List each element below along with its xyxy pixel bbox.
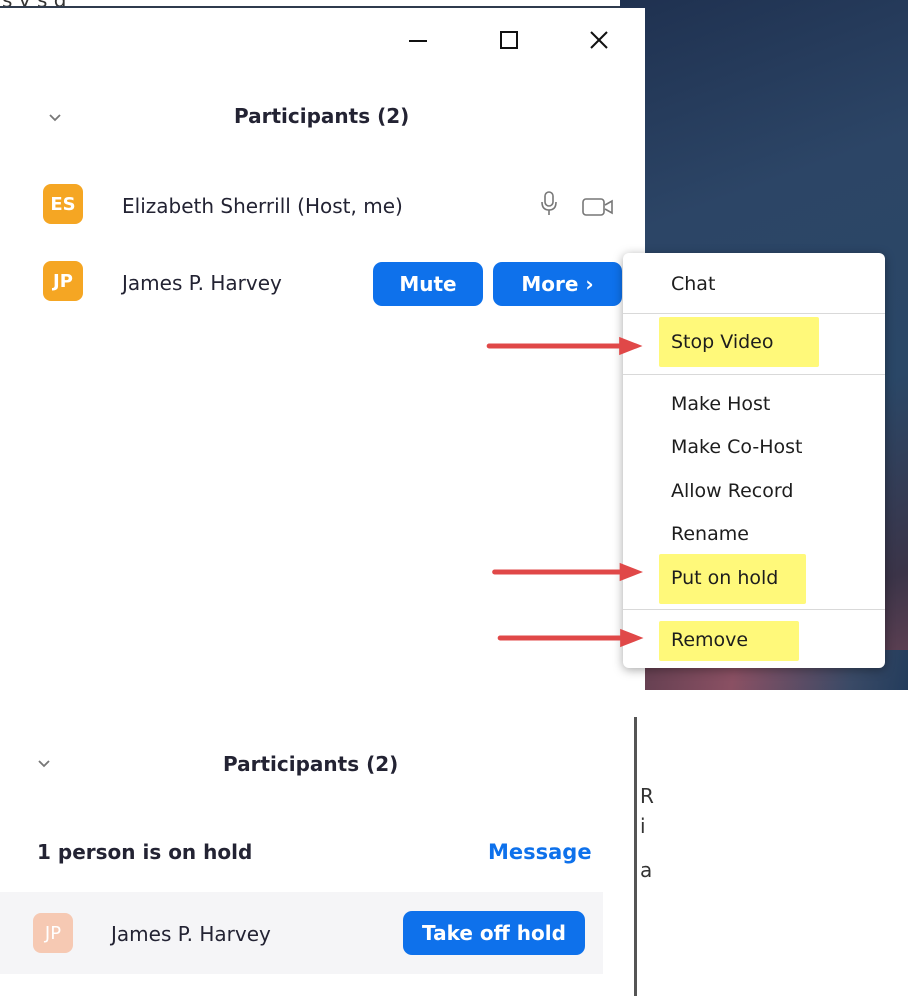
menu-item-label: Rename (671, 523, 749, 545)
participant-context-menu: Chat Stop Video Make Host Make Co-Host A… (623, 253, 885, 668)
menu-item-make-co-host[interactable]: Make Co-Host (623, 428, 885, 468)
menu-item-label: Make Host (671, 393, 771, 415)
panel-divider (634, 717, 637, 996)
background-text-fragment: a (640, 858, 653, 882)
menu-item-make-host[interactable]: Make Host (623, 385, 885, 425)
menu-item-rename[interactable]: Rename (623, 515, 885, 555)
menu-item-label: Remove (671, 629, 749, 651)
menu-item-stop-video[interactable]: Stop Video (623, 317, 885, 367)
menu-item-remove[interactable]: Remove (623, 621, 885, 661)
close-button[interactable] (579, 22, 619, 58)
microphone-icon[interactable] (540, 191, 558, 217)
participant-name: Elizabeth Sherrill (Host, me) (122, 194, 403, 218)
menu-item-allow-record[interactable]: Allow Record (623, 472, 885, 512)
annotation-arrow (492, 562, 643, 582)
take-off-hold-button[interactable]: Take off hold (403, 911, 585, 955)
menu-item-put-on-hold[interactable]: Put on hold (623, 554, 885, 604)
menu-item-chat[interactable]: Chat (623, 265, 885, 305)
avatar: JP (33, 913, 73, 953)
caption-strip: s y s g (0, 0, 645, 8)
avatar: ES (43, 184, 83, 224)
maximize-icon (500, 31, 518, 49)
background-text-fragment: i (640, 814, 646, 838)
participant-name: James P. Harvey (111, 922, 271, 946)
annotation-arrow (497, 628, 644, 648)
avatar-initials: ES (50, 193, 76, 215)
menu-divider (623, 313, 885, 314)
menu-item-label: Make Co-Host (671, 436, 803, 458)
avatar-initials: JP (44, 922, 62, 944)
annotation-arrow (486, 336, 643, 356)
menu-item-label: Stop Video (671, 331, 774, 353)
on-hold-participant-row[interactable]: JP James P. Harvey Take off hold (0, 892, 603, 974)
background-text-fragment: R (640, 784, 654, 808)
on-hold-count-label: 1 person is on hold (37, 840, 253, 864)
avatar: JP (43, 261, 83, 301)
minimize-icon (409, 40, 427, 42)
collapse-chevron-icon[interactable] (36, 756, 52, 772)
maximize-button[interactable] (489, 22, 529, 58)
avatar-initials: JP (53, 270, 73, 292)
participant-name: James P. Harvey (122, 271, 282, 295)
menu-divider (623, 609, 885, 610)
more-button[interactable]: More › (493, 262, 622, 306)
video-camera-icon[interactable] (582, 197, 614, 217)
menu-item-label: Put on hold (671, 567, 779, 589)
menu-item-label: Chat (671, 273, 716, 295)
minimize-button[interactable] (398, 22, 438, 58)
participants-title: Participants (2) (234, 104, 410, 128)
close-icon (590, 31, 608, 49)
mute-button[interactable]: Mute (373, 262, 483, 306)
menu-divider (623, 374, 885, 375)
message-link[interactable]: Message (488, 840, 592, 864)
collapse-chevron-icon[interactable] (47, 110, 63, 126)
menu-item-label: Allow Record (671, 480, 794, 502)
participants-title: Participants (2) (223, 752, 399, 776)
